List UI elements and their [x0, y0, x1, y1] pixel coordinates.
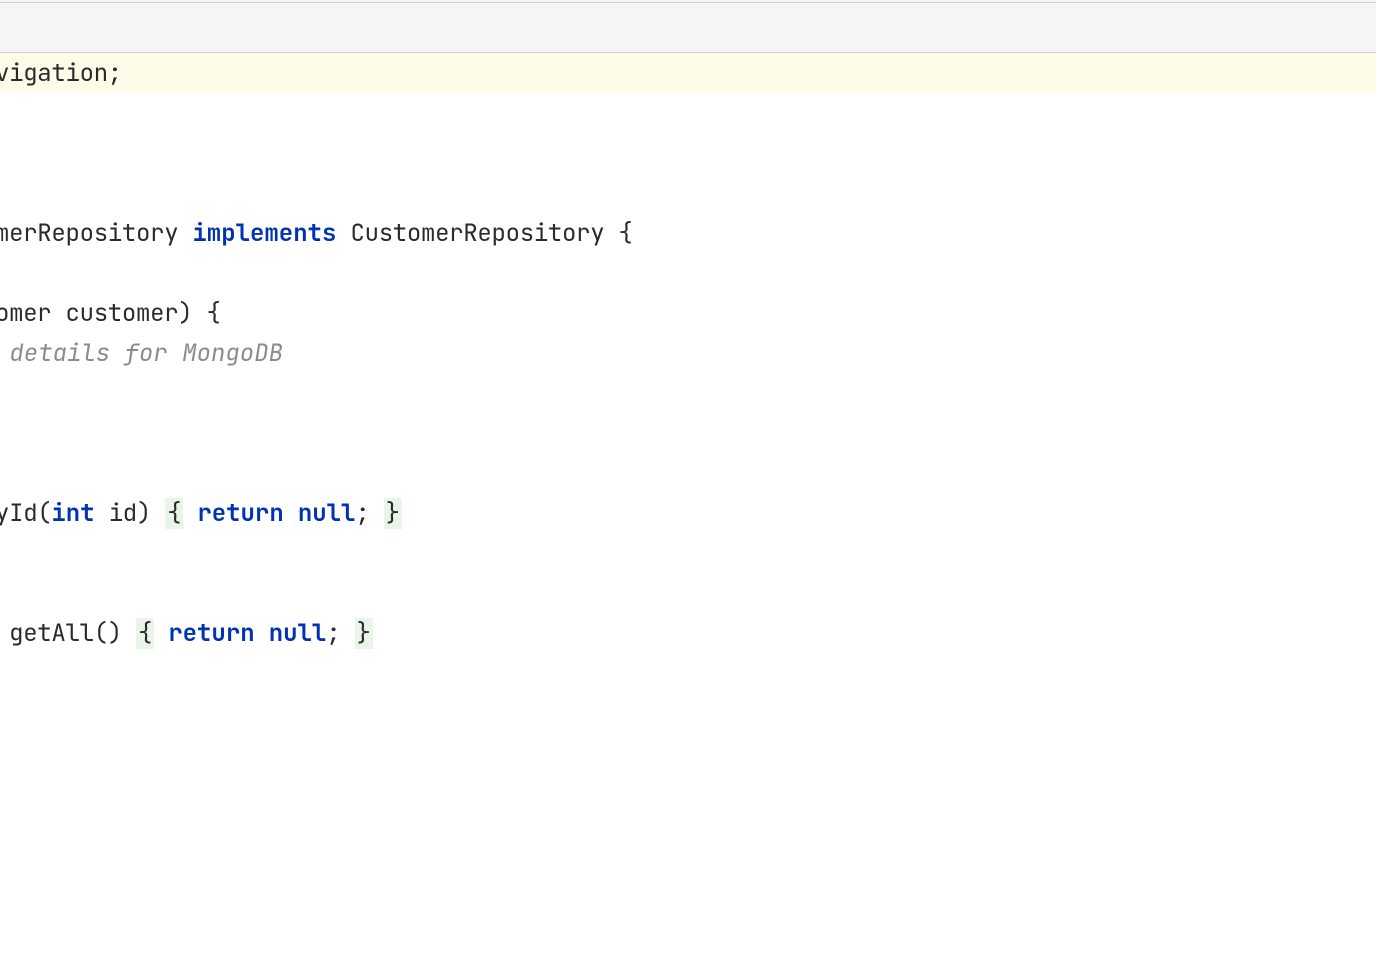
keyword-null: null: [298, 498, 356, 529]
keyword-return: return: [168, 618, 254, 649]
code-text: ;: [355, 498, 383, 529]
code-text: [183, 498, 197, 529]
code-line[interactable]: omer customer) {: [0, 293, 1376, 333]
code-text: vigation;: [0, 58, 122, 89]
code-text: id): [95, 498, 166, 529]
brace-close: }: [355, 618, 373, 649]
code-line[interactable]: merRepository implements CustomerReposit…: [0, 213, 1376, 253]
code-text: yId(: [0, 498, 51, 529]
comment-text: details for MongoDB: [0, 338, 283, 369]
code-line-comment[interactable]: details for MongoDB: [0, 333, 1376, 373]
code-line-highlighted[interactable]: vigation;: [0, 53, 1376, 93]
code-text: [255, 618, 269, 649]
code-text: ;: [326, 618, 354, 649]
code-text: merRepository: [0, 218, 192, 249]
brace-open: {: [165, 498, 183, 529]
code-text: CustomerRepository {: [336, 218, 632, 249]
brace-open: {: [136, 618, 154, 649]
code-line[interactable]: getAll() { return null; }: [0, 613, 1376, 653]
code-text: [284, 498, 298, 529]
code-text: [154, 618, 168, 649]
code-line[interactable]: yId(int id) { return null; }: [0, 493, 1376, 533]
keyword-return: return: [197, 498, 283, 529]
keyword-implements: implements: [192, 218, 336, 249]
code-text: getAll(): [0, 618, 136, 649]
brace-close: }: [384, 498, 402, 529]
keyword-int: int: [51, 498, 94, 529]
keyword-null: null: [269, 618, 327, 649]
breadcrumb-bar: [0, 3, 1376, 53]
code-editor[interactable]: vigation; merRepository implements Custo…: [0, 53, 1376, 653]
code-text: omer customer) {: [0, 298, 221, 329]
